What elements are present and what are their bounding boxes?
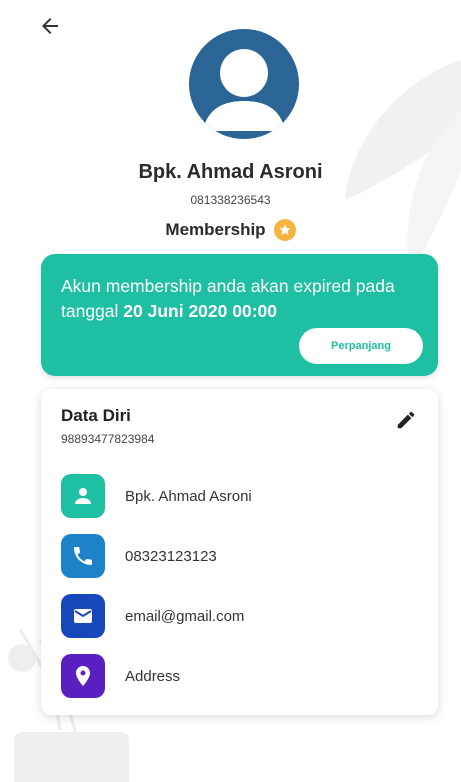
info-phone-value: 08323123123 [125, 547, 217, 565]
profile-phone: 081338236543 [190, 193, 271, 207]
id-number: 98893477823984 [61, 432, 155, 446]
membership-expiry-banner: Akun membership anda akan expired pada t… [41, 254, 438, 376]
personal-data-card: Data Diri 98893477823984 Bpk. Ahmad Asro… [41, 389, 438, 715]
profile-avatar [189, 29, 299, 139]
mail-icon [61, 594, 105, 638]
info-name-value: Bpk. Ahmad Asroni [125, 487, 252, 505]
pencil-icon [397, 411, 415, 429]
info-row-email: email@gmail.com [61, 594, 244, 638]
info-row-name: Bpk. Ahmad Asroni [61, 474, 252, 518]
expiry-message: Akun membership anda akan expired pada t… [61, 274, 421, 324]
membership-status: Membership [0, 219, 461, 241]
info-email-value: email@gmail.com [125, 607, 245, 625]
renew-button[interactable]: Perpanjang [299, 328, 423, 364]
info-row-phone: 08323123123 [61, 534, 217, 578]
card-title: Data Diri [61, 406, 131, 425]
info-address-value: Address [125, 667, 181, 685]
star-icon [273, 219, 296, 241]
user-avatar-icon [203, 49, 285, 131]
expiry-date: 20 Juni 2020 00:00 [123, 301, 277, 321]
arrow-left-icon [42, 18, 58, 34]
location-pin-icon [61, 654, 105, 698]
back-button[interactable] [30, 8, 70, 44]
edit-button[interactable] [391, 405, 421, 435]
person-icon [61, 474, 105, 518]
info-row-address: Address [61, 654, 180, 698]
membership-label: Membership [165, 220, 266, 239]
profile-name: Bpk. Ahmad Asroni [138, 161, 323, 183]
phone-icon [61, 534, 105, 578]
